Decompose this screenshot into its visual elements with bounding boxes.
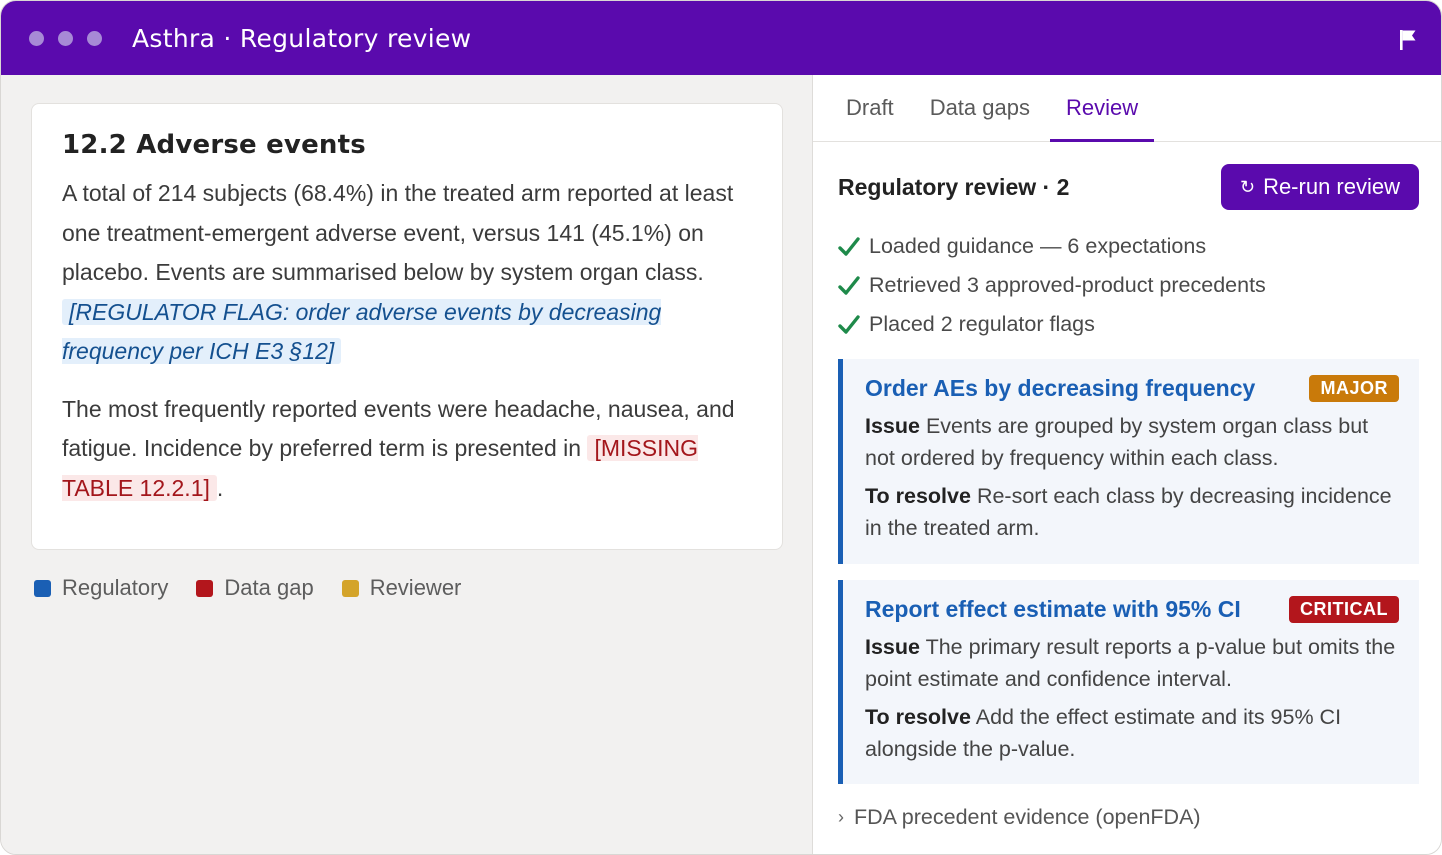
issue-title[interactable]: Order AEs by decreasing frequency xyxy=(865,375,1255,402)
issue-resolution: To resolve Add the effect estimate and i… xyxy=(865,701,1399,765)
issue-header: Report effect estimate with 95% CI CRITI… xyxy=(865,596,1399,623)
refresh-icon: ↻ xyxy=(1239,176,1256,197)
check-icon xyxy=(838,314,860,334)
checklist-item: Placed 2 regulator flags xyxy=(838,305,1266,344)
review-title: Regulatory review · 2 xyxy=(838,173,1070,200)
severity-badge: MAJOR xyxy=(1309,375,1399,402)
legend-item-reviewer: Reviewer xyxy=(341,575,462,601)
issue-card[interactable]: Order AEs by decreasing frequency MAJOR … xyxy=(838,359,1419,564)
legend-label: Reviewer xyxy=(369,575,462,600)
issue-resolution: To resolve Re-sort each class by decreas… xyxy=(865,480,1399,544)
issue-header: Order AEs by decreasing frequency MAJOR xyxy=(865,375,1399,402)
evidence-label: FDA precedent evidence (openFDA) xyxy=(854,805,1201,829)
document-paragraph: The most frequently reported events were… xyxy=(62,390,752,509)
legend-item-data-gap: Data gap xyxy=(196,575,314,601)
severity-badge: CRITICAL xyxy=(1289,596,1399,623)
issue-title[interactable]: Report effect estimate with 95% CI xyxy=(865,596,1241,623)
tab-bar: Draft Data gaps Review xyxy=(813,75,1441,142)
chevron-right-icon: › xyxy=(838,807,844,827)
rerun-review-button[interactable]: ↻ Re-run review xyxy=(1220,164,1419,210)
paragraph-end: . xyxy=(216,474,224,501)
evidence-disclosure[interactable]: › FDA precedent evidence (openFDA) xyxy=(838,805,1201,830)
issue-key: Issue xyxy=(865,635,920,659)
document-paragraph: A total of 214 subjects (68.4%) in the t… xyxy=(62,174,752,372)
legend-swatch xyxy=(196,579,214,597)
tab-review[interactable]: Review xyxy=(1049,75,1155,142)
issue-text: The primary result reports a p-value but… xyxy=(865,635,1396,691)
paragraph-text: A total of 214 subjects (68.4%) in the t… xyxy=(62,180,734,285)
title-bar: Asthra · Regulatory review xyxy=(1,1,1441,75)
tab-draft[interactable]: Draft xyxy=(830,75,910,141)
checklist-label: Retrieved 3 approved-product precedents xyxy=(869,273,1266,297)
issue-text: Events are grouped by system organ class… xyxy=(865,414,1369,470)
issue-key: Issue xyxy=(865,414,920,438)
checklist-item: Loaded guidance — 6 expectations xyxy=(838,227,1266,266)
review-pane: Draft Data gaps Review Regulatory review… xyxy=(812,75,1441,854)
document-card: 12.2 Adverse events A total of 214 subje… xyxy=(31,103,783,550)
legend-item-regulatory: Regulatory xyxy=(34,575,168,601)
app-window: Asthra · Regulatory review 12.2 Adverse … xyxy=(0,0,1442,855)
flag-legend: Regulatory Data gap Reviewer xyxy=(34,575,461,601)
check-icon xyxy=(838,236,860,256)
review-header: Regulatory review · 2 ↻ Re-run review xyxy=(838,164,1419,210)
window-dot-icon[interactable] xyxy=(29,30,44,46)
issue-card[interactable]: Report effect estimate with 95% CI CRITI… xyxy=(838,580,1419,784)
legend-swatch xyxy=(34,579,51,597)
resolve-key: To resolve xyxy=(865,705,971,729)
check-icon xyxy=(838,275,860,295)
window-controls xyxy=(29,30,102,46)
resolve-key: To resolve xyxy=(865,484,971,508)
window-dot-icon[interactable] xyxy=(87,30,102,46)
issue-description: Issue Events are grouped by system organ… xyxy=(865,410,1399,474)
flag-icon[interactable] xyxy=(1399,29,1417,51)
checklist-label: Loaded guidance — 6 expectations xyxy=(869,234,1207,258)
regulator-flag[interactable]: [REGULATOR FLAG: order adverse events by… xyxy=(62,298,662,364)
app-title: Asthra · Regulatory review xyxy=(132,23,472,53)
document-pane: 12.2 Adverse events A total of 214 subje… xyxy=(1,75,812,854)
legend-label: Data gap xyxy=(224,575,314,600)
window-dot-icon[interactable] xyxy=(58,30,73,46)
legend-swatch xyxy=(341,579,359,597)
legend-label: Regulatory xyxy=(62,575,169,600)
rerun-button-label: Re-run review xyxy=(1263,174,1400,199)
checklist-item: Retrieved 3 approved-product precedents xyxy=(838,266,1266,305)
issue-description: Issue The primary result reports a p-val… xyxy=(865,631,1399,695)
checklist-label: Placed 2 regulator flags xyxy=(869,312,1095,336)
progress-checklist: Loaded guidance — 6 expectations Retriev… xyxy=(838,227,1266,344)
section-heading: 12.2 Adverse events xyxy=(62,130,366,160)
tab-data-gaps[interactable]: Data gaps xyxy=(914,75,1046,141)
